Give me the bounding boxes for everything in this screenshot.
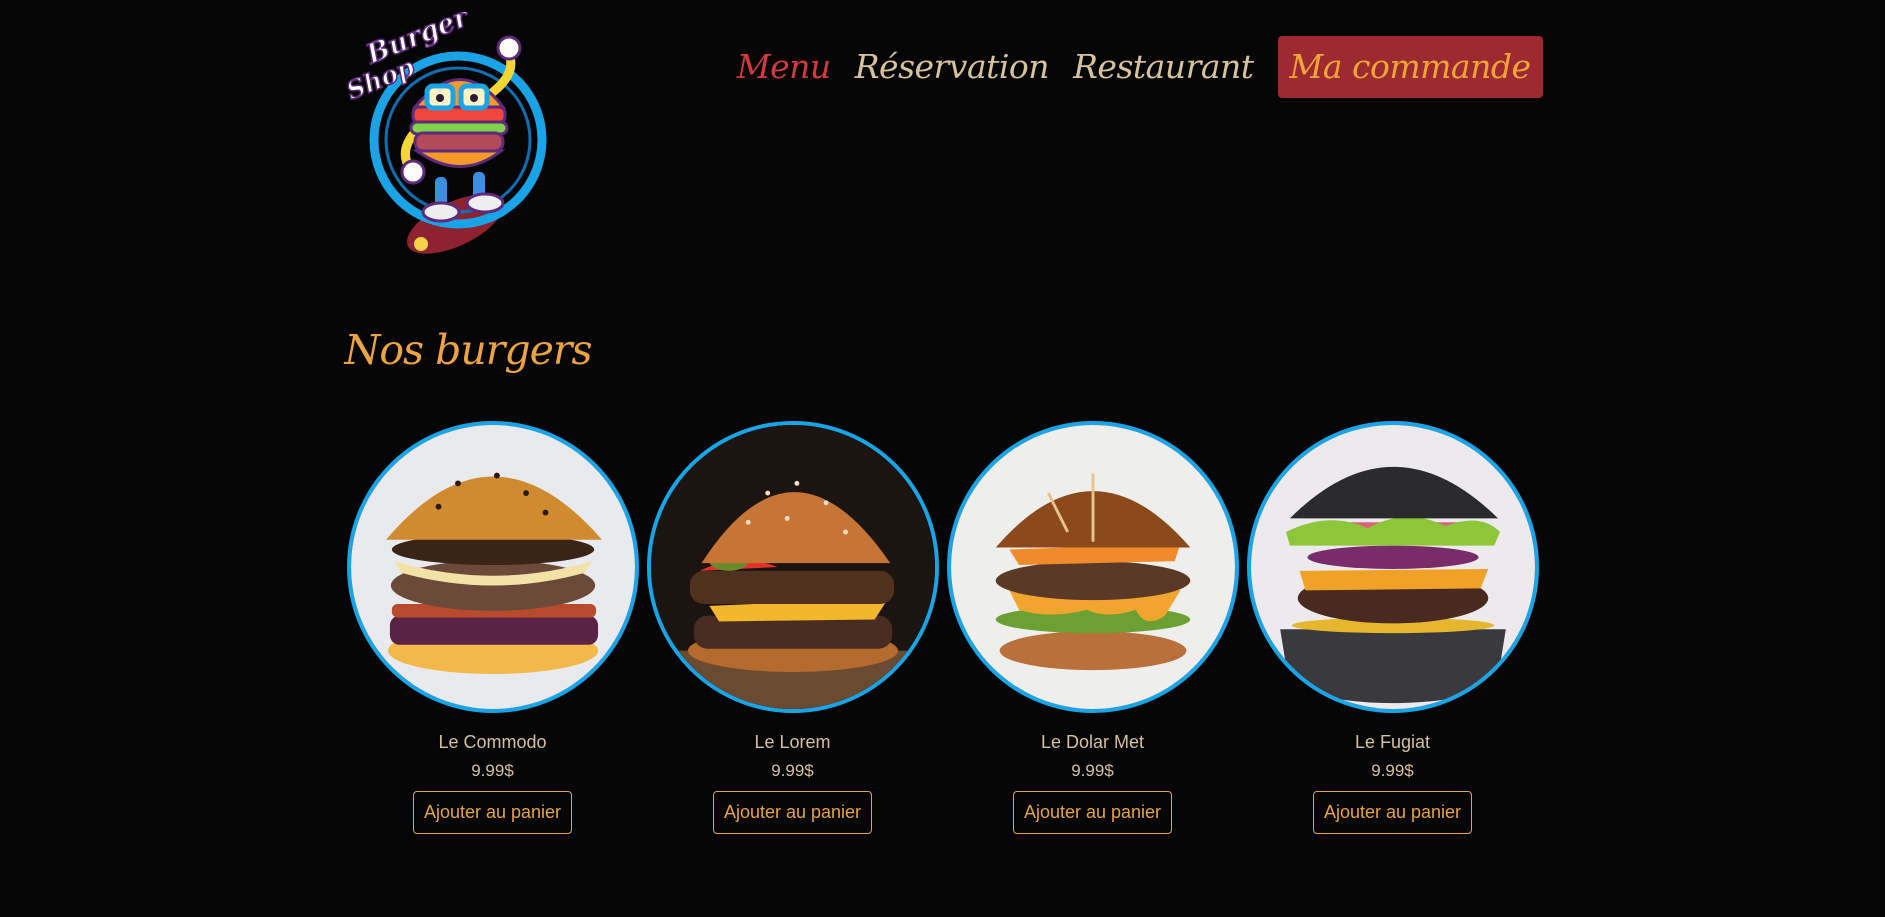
nav-reservation-link[interactable]: Réservation — [843, 36, 1061, 98]
section-title: Nos burgers — [344, 326, 593, 374]
product-card: Le Fugiat 9.99$ Ajouter au panier — [1243, 421, 1543, 834]
product-card: Le Dolar Met 9.99$ Ajouter au panier — [943, 421, 1243, 834]
nav-restaurant-link[interactable]: Restaurant — [1061, 36, 1265, 98]
burger-image — [1246, 421, 1539, 713]
product-card: Le Commodo 9.99$ Ajouter au panier — [343, 421, 643, 834]
burger-grid: Le Commodo 9.99$ Ajouter au panier Le Lo… — [343, 421, 1543, 834]
site-header: Burger Shop Menu Réservation Restaurant … — [341, 0, 1543, 270]
product-card: Le Lorem 9.99$ Ajouter au panier — [643, 421, 943, 834]
product-name: Le Lorem — [754, 732, 831, 752]
add-to-cart-button[interactable]: Ajouter au panier — [412, 791, 573, 834]
product-name: Le Dolar Met — [1040, 732, 1145, 752]
product-name: Le Fugiat — [1354, 732, 1431, 752]
add-to-cart-button[interactable]: Ajouter au panier — [1012, 791, 1173, 834]
product-price: 9.99$ — [1371, 761, 1414, 780]
burger-shop-logo[interactable]: Burger Shop — [341, 0, 553, 267]
product-price: 9.99$ — [771, 761, 814, 780]
main-nav: Menu Réservation Restaurant Ma commande — [725, 36, 1543, 98]
nav-menu-link[interactable]: Menu — [725, 36, 843, 98]
product-price: 9.99$ — [471, 761, 514, 780]
product-price: 9.99$ — [1071, 761, 1114, 780]
add-to-cart-button[interactable]: Ajouter au panier — [712, 791, 873, 834]
product-name: Le Commodo — [438, 732, 547, 752]
burger-image — [346, 421, 639, 713]
burger-image — [646, 421, 939, 713]
my-order-button[interactable]: Ma commande — [1277, 36, 1543, 98]
burger-image — [946, 421, 1239, 713]
add-to-cart-button[interactable]: Ajouter au panier — [1312, 791, 1473, 834]
